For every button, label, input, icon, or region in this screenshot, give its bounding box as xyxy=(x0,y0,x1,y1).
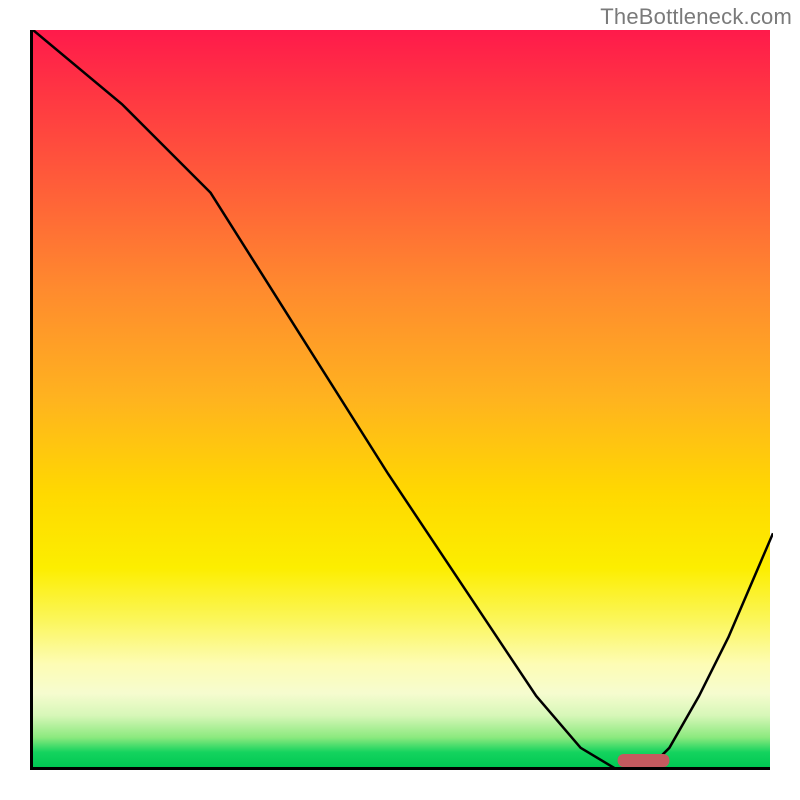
watermark-text: TheBottleneck.com xyxy=(600,4,792,30)
optimal-range-marker xyxy=(618,754,670,767)
bottleneck-curve xyxy=(33,30,773,770)
plot-area xyxy=(30,30,770,770)
chart-overlay xyxy=(33,30,773,770)
chart-canvas: TheBottleneck.com xyxy=(0,0,800,800)
